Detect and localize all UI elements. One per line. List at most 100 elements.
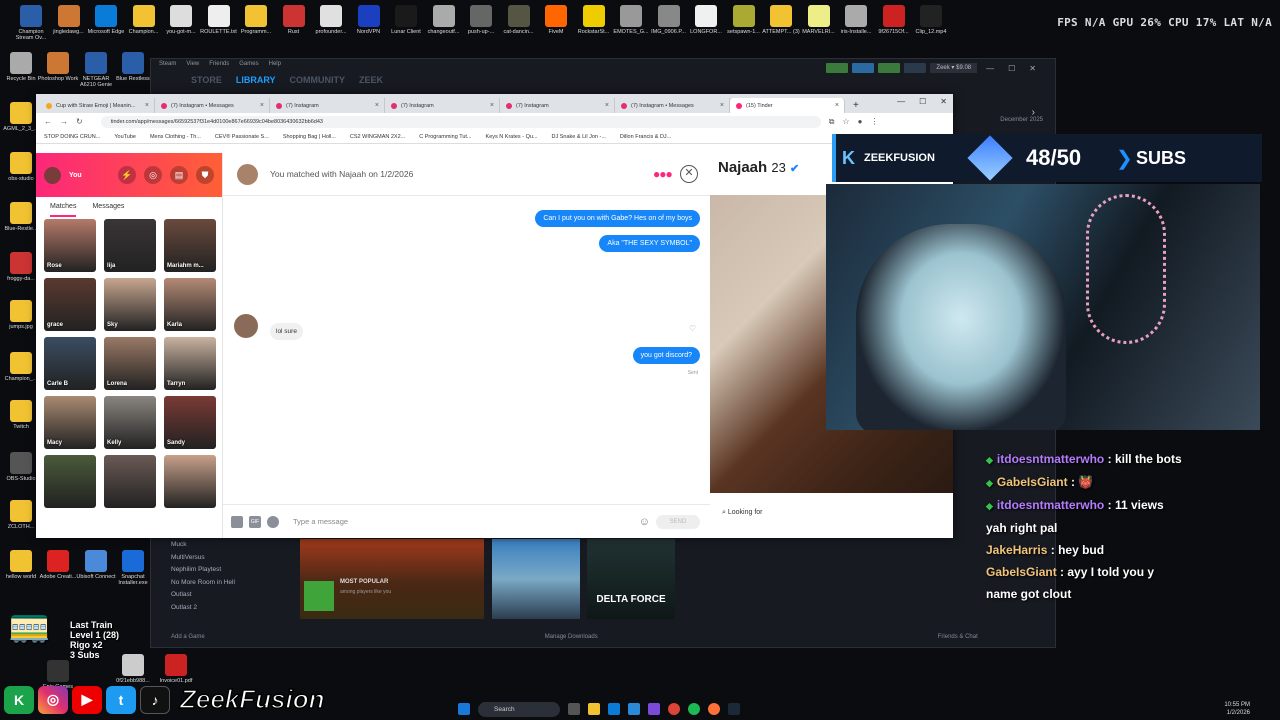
reload-icon[interactable]: ↻ [76,117,83,126]
desktop-icon[interactable]: push-up-... [460,5,502,35]
match-card[interactable]: Tarryn [164,337,216,390]
store-icon[interactable] [628,703,640,715]
close-tab-icon[interactable]: × [605,102,609,109]
desktop-icon[interactable]: Snapchat Installer.exe [112,550,154,586]
desktop-icon[interactable]: hellow world [0,550,42,580]
browser-tab[interactable]: (7) Instagram × [385,98,500,113]
match-card[interactable]: Rose [44,219,96,272]
sticker-icon[interactable] [231,515,243,528]
nav-community[interactable]: COMMUNITY [290,75,346,85]
match-card[interactable]: Sandy [164,396,216,449]
extensions-icon[interactable]: ⧉ [829,117,835,127]
match-card[interactable]: grace [44,278,96,331]
desktop-icon[interactable]: changeoutf... [423,5,465,35]
maximize-icon[interactable]: ☐ [1003,64,1020,73]
desktop-icon[interactable]: jingledawg... [48,5,90,35]
profile-link[interactable]: You [69,172,110,179]
forward-icon[interactable]: → [60,117,68,126]
desktop-icon[interactable]: 9f26715Of... [873,5,915,35]
desktop-icon[interactable]: Champion... [123,5,165,35]
desktop-icon[interactable]: profounder... [310,5,352,35]
browser-tab[interactable]: Cup with Straw Emoji | Meanin... × [40,98,155,113]
close-tab-icon[interactable]: × [720,102,724,109]
desktop-icon[interactable]: RockstarSt... [573,5,615,35]
match-card[interactable]: Mariahm m... [164,219,216,272]
browser-tab[interactable]: (15) Tinder × [730,98,845,113]
close-icon[interactable]: ✕ [680,165,698,183]
file-explorer-icon[interactable] [588,703,600,715]
bookmark-link[interactable]: CS2 WINGMAN 2X2... [350,134,405,140]
desktop-icon[interactable]: iris-Installe... [835,5,877,35]
music-icon[interactable] [267,515,279,528]
browser-tab[interactable]: (7) Instagram • Messages × [155,98,270,113]
spotify-icon[interactable] [688,703,700,715]
new-tab-button[interactable]: + [845,100,867,113]
close-icon[interactable]: ✕ [1024,64,1041,73]
menu-view[interactable]: View [186,61,199,69]
match-card[interactable]: Carle B [44,337,96,390]
minimize-icon[interactable]: — [897,97,905,106]
next-arrow-icon[interactable]: › [1032,107,1035,118]
desktop-icon[interactable]: EMOTES_G... [610,5,652,35]
match-card[interactable]: Lorena [104,337,156,390]
edge-icon[interactable] [608,703,620,715]
steam-icon[interactable] [728,703,740,715]
heart-icon[interactable]: ♡ [689,324,696,333]
desktop-icon[interactable]: FiveM [535,5,577,35]
back-icon[interactable]: ← [44,117,52,126]
close-tab-icon[interactable]: × [260,102,264,109]
game-item[interactable]: Outlast 2 [171,602,235,615]
play-icon[interactable] [304,581,334,611]
close-icon[interactable]: ✕ [940,97,947,106]
boost-icon[interactable]: ⚡ [118,166,136,184]
bookmark-link[interactable]: C Programming Tut... [419,134,471,140]
close-tab-icon[interactable]: × [490,102,494,109]
bookmark-link[interactable]: STOP DOING CRUN... [44,134,100,140]
desktop-icon[interactable]: Photoshop Work [37,52,79,82]
desktop-icon[interactable]: Microsoft Edge [85,5,127,35]
game-item[interactable]: No More Room in Hell [171,577,235,590]
avatar[interactable] [44,166,61,184]
menu-games[interactable]: Games [239,61,258,69]
desktop-icon[interactable]: IMG_0906.P... [648,5,690,35]
desktop-icon[interactable]: Lunar Client [385,5,427,35]
desktop-icon[interactable]: Programm... [235,5,277,35]
bookmark-link[interactable]: Shopping Bag | Holl... [283,134,336,140]
game-tile-delta-force[interactable]: DELTA FORCE [587,539,675,619]
nav-profile[interactable]: ZEEK [359,75,383,85]
firefox-icon[interactable] [708,703,720,715]
bookmark-link[interactable]: YouTube [114,134,136,140]
close-tab-icon[interactable]: × [145,102,149,109]
tab-messages[interactable]: Messages [92,203,124,217]
nav-store[interactable]: STORE [191,75,222,85]
controller-icon[interactable] [904,63,927,73]
desktop-icon[interactable]: ATTEMPT... (3) [760,5,802,35]
match-card[interactable] [44,455,96,508]
menu-icon[interactable]: ⋮ [870,117,878,126]
steam-user-menu[interactable]: Zeek ▾ $9.08 [930,63,978,73]
clock[interactable]: 10:55 PM 1/2/2026 [1224,701,1250,717]
match-card[interactable]: Kelly [104,396,156,449]
maximize-icon[interactable]: ☐ [919,97,926,106]
menu-help[interactable]: Help [269,61,281,69]
emoji-icon[interactable]: ☺ [639,516,650,528]
bookmark-star-icon[interactable]: ☆ [842,117,849,126]
desktop-icon[interactable]: cat-dancin... [498,5,540,35]
bookmark-link[interactable]: CEV® Passionate S... [215,134,269,140]
nav-library[interactable]: LIBRARY [236,75,276,85]
send-button[interactable]: SEND [656,514,700,529]
bookmark-link[interactable]: Mens Clothing - Th... [150,134,201,140]
close-tab-icon[interactable]: × [375,102,379,109]
game-item[interactable]: MultiVersus [171,552,235,565]
app-icon[interactable] [648,703,660,715]
desktop-icon[interactable]: Invoice01.pdf [155,654,197,684]
game-item[interactable]: Outlast [171,589,235,602]
desktop-icon[interactable]: NETGEAR A6210 Genie [75,52,117,88]
browser-tab[interactable]: (7) Instagram • Messages × [615,98,730,113]
menu-steam[interactable]: Steam [159,61,176,69]
match-card[interactable]: Karla [164,278,216,331]
desktop-icon[interactable]: LONGFOR... [685,5,727,35]
desktop-icon[interactable]: you-got-m... [160,5,202,35]
start-icon[interactable] [458,703,470,715]
explore-icon[interactable]: ◎ [144,166,162,184]
